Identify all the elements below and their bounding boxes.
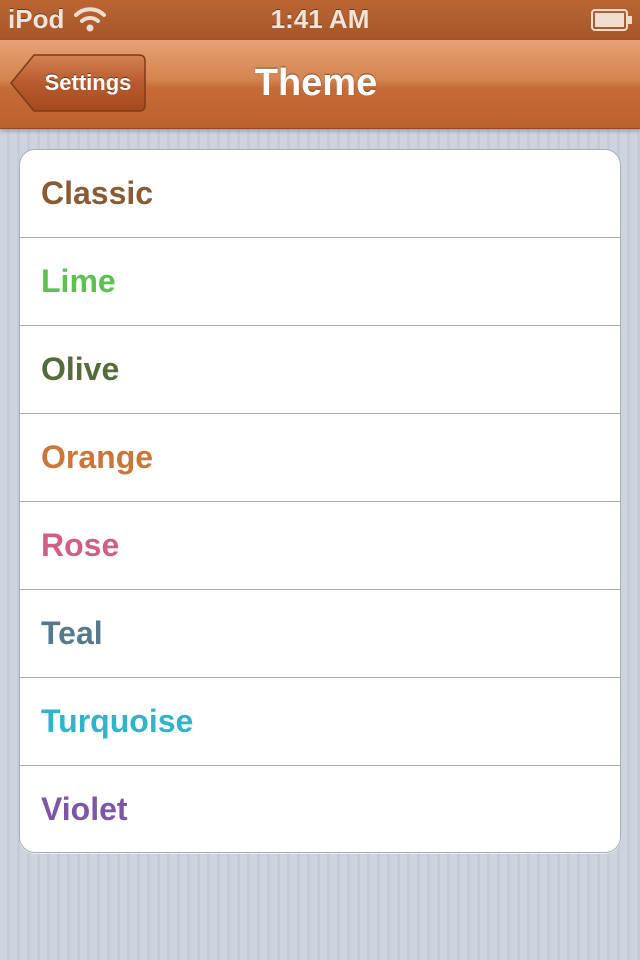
theme-label: Rose	[41, 527, 120, 563]
battery-full-icon	[591, 9, 632, 31]
page-title: Theme	[254, 62, 378, 104]
back-button[interactable]: Settings	[10, 54, 146, 112]
theme-list: Classic Lime Olive Orange Rose Teal Turq…	[19, 149, 621, 853]
theme-option-orange[interactable]: Orange	[20, 414, 620, 502]
theme-label: Olive	[41, 351, 120, 387]
status-bar: iPod 1:41 AM	[0, 0, 640, 40]
theme-option-olive[interactable]: Olive	[20, 326, 620, 414]
theme-option-classic[interactable]: Classic	[20, 150, 620, 238]
theme-option-violet[interactable]: Violet	[20, 766, 620, 852]
navigation-bar: Settings Theme	[0, 40, 640, 129]
theme-option-lime[interactable]: Lime	[20, 238, 620, 326]
theme-label: Classic	[41, 175, 154, 211]
theme-option-turquoise[interactable]: Turquoise	[20, 678, 620, 766]
theme-label: Turquoise	[41, 703, 194, 739]
back-button-label: Settings	[44, 70, 132, 95]
theme-label: Teal	[41, 615, 103, 651]
status-time: 1:41 AM	[270, 4, 370, 34]
theme-label: Orange	[41, 439, 154, 475]
theme-option-rose[interactable]: Rose	[20, 502, 620, 590]
theme-label: Lime	[41, 263, 116, 299]
theme-option-teal[interactable]: Teal	[20, 590, 620, 678]
theme-label: Violet	[41, 791, 128, 827]
